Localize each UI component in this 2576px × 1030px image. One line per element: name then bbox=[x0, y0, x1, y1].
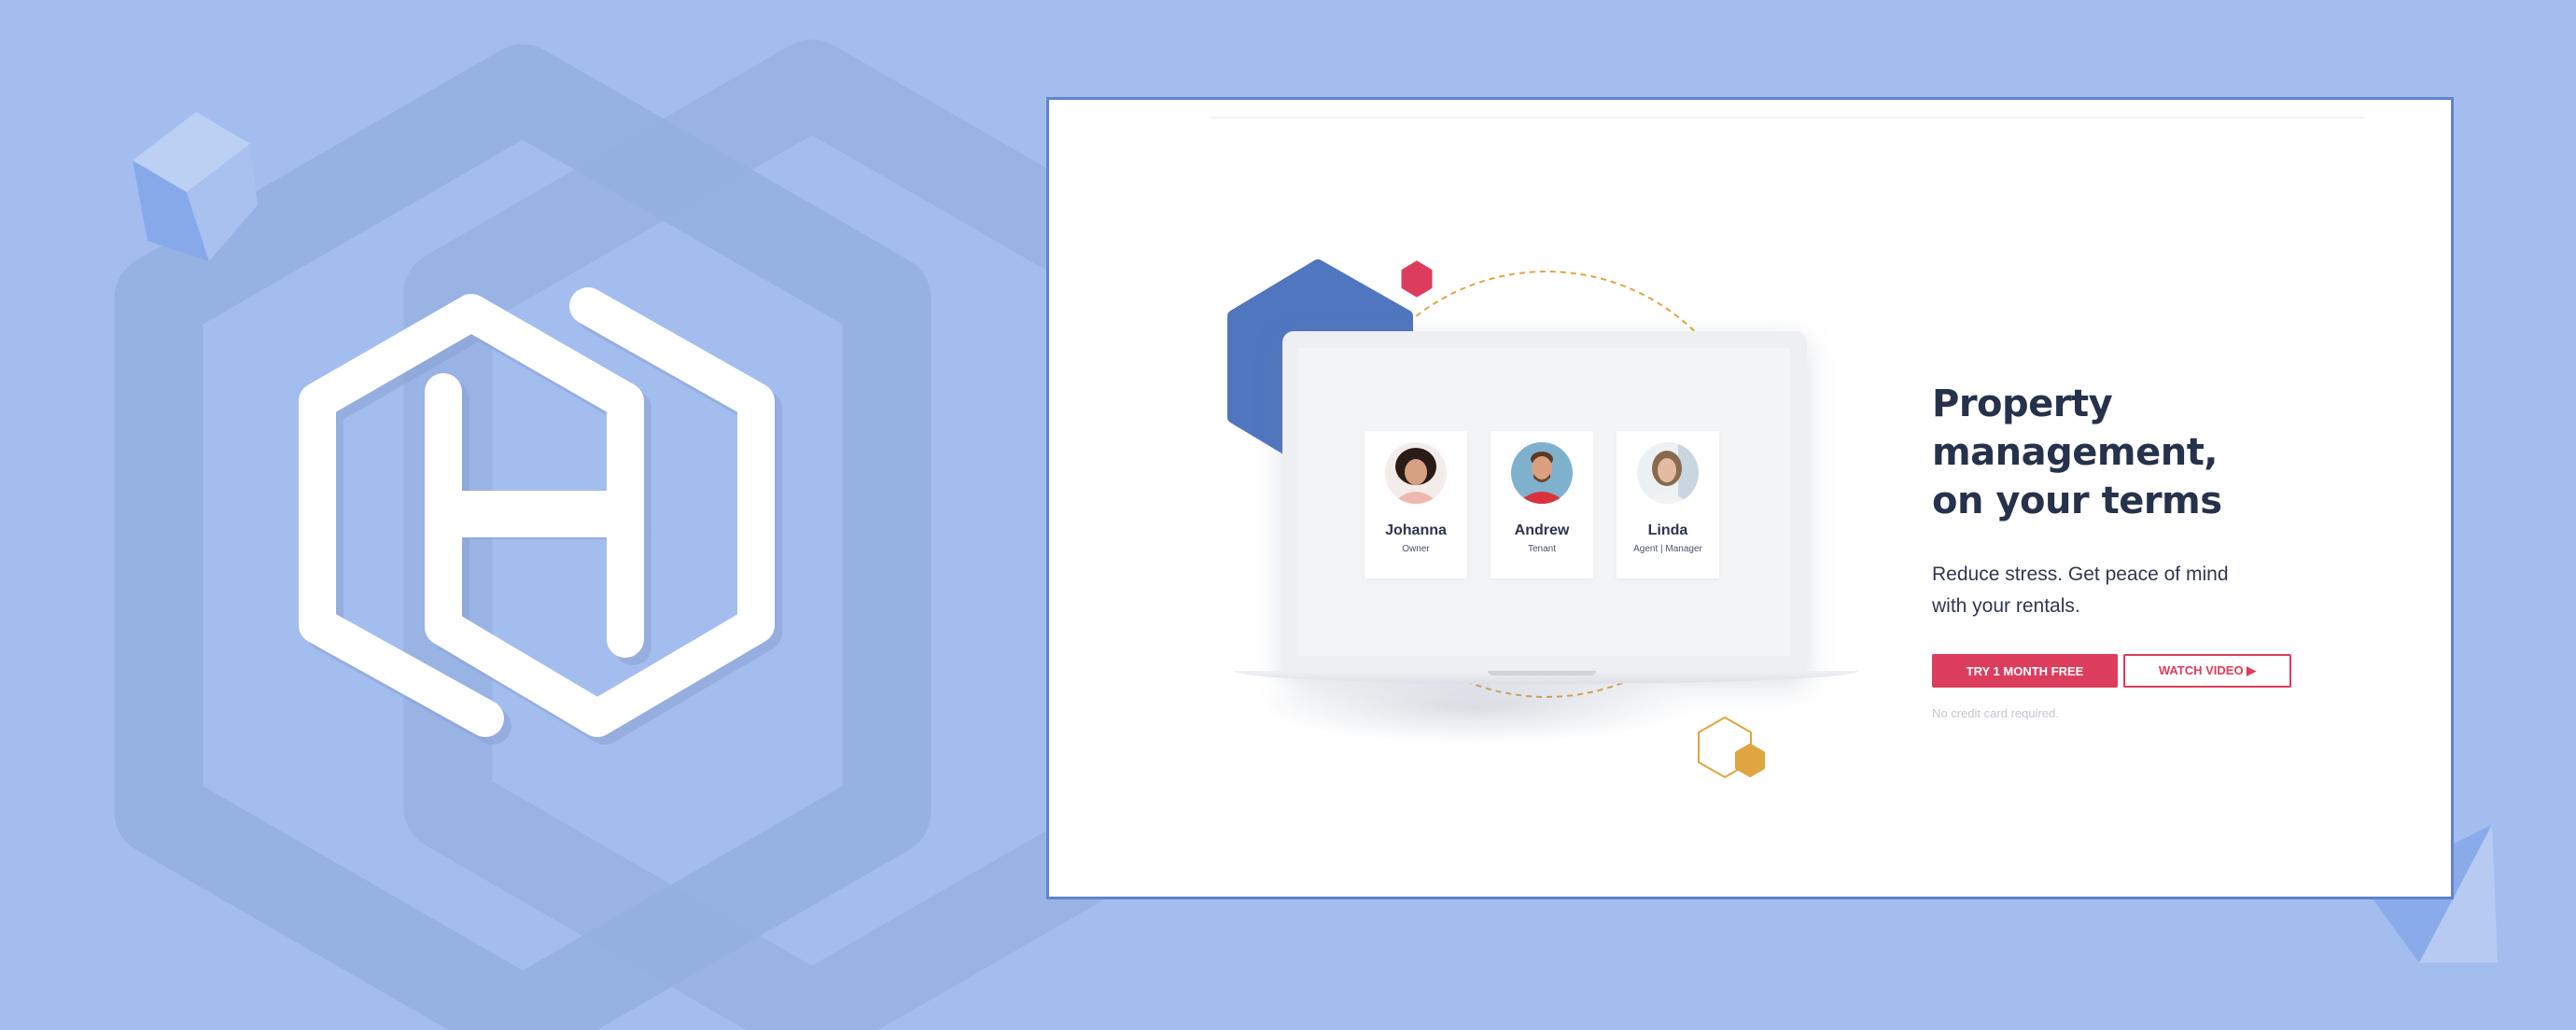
headline-line-2: on your terms bbox=[1932, 480, 2222, 522]
profile-name: Johanna bbox=[1385, 522, 1447, 538]
profile-card-andrew: Andrew Tenant bbox=[1491, 431, 1593, 578]
avatar-andrew bbox=[1511, 442, 1573, 504]
hero-copy: Property management, on your terms Reduc… bbox=[1932, 380, 2399, 720]
hero-headline: Property management, on your terms bbox=[1932, 380, 2399, 525]
hexagon-h-logo-icon bbox=[299, 287, 782, 745]
profile-role: Tenant bbox=[1527, 544, 1557, 554]
cta-buttons: TRY 1 MONTH FREE WATCH VIDEO ▶ bbox=[1932, 654, 2399, 688]
profile-card-johanna: Johanna Owner bbox=[1365, 431, 1467, 578]
avatar-linda bbox=[1637, 442, 1699, 504]
try-free-button[interactable]: TRY 1 MONTH FREE bbox=[1932, 654, 2118, 688]
profile-name: Andrew bbox=[1514, 522, 1570, 538]
watch-video-button[interactable]: WATCH VIDEO ▶ bbox=[2123, 654, 2291, 688]
gold-hexagon-icon bbox=[1735, 744, 1765, 777]
avatar-johanna bbox=[1385, 442, 1447, 504]
laptop-notch bbox=[1488, 671, 1596, 675]
profile-role: Agent | Manager bbox=[1633, 544, 1702, 554]
no-credit-card-note: No credit card required. bbox=[1932, 706, 2059, 720]
headline-line-1: Property management, bbox=[1932, 383, 2219, 474]
hero-subtext: Reduce stress. Get peace of mind with yo… bbox=[1932, 564, 2229, 617]
red-hexagon-icon bbox=[1401, 260, 1433, 298]
profile-role: Owner bbox=[1402, 544, 1430, 554]
profile-name: Linda bbox=[1647, 522, 1688, 538]
profile-card-linda: Linda Agent | Manager bbox=[1617, 431, 1719, 578]
website-preview-frame: Johanna Owner Andrew Tenant Linda Agent … bbox=[1046, 97, 2454, 899]
cube-decoration-icon bbox=[133, 112, 258, 261]
